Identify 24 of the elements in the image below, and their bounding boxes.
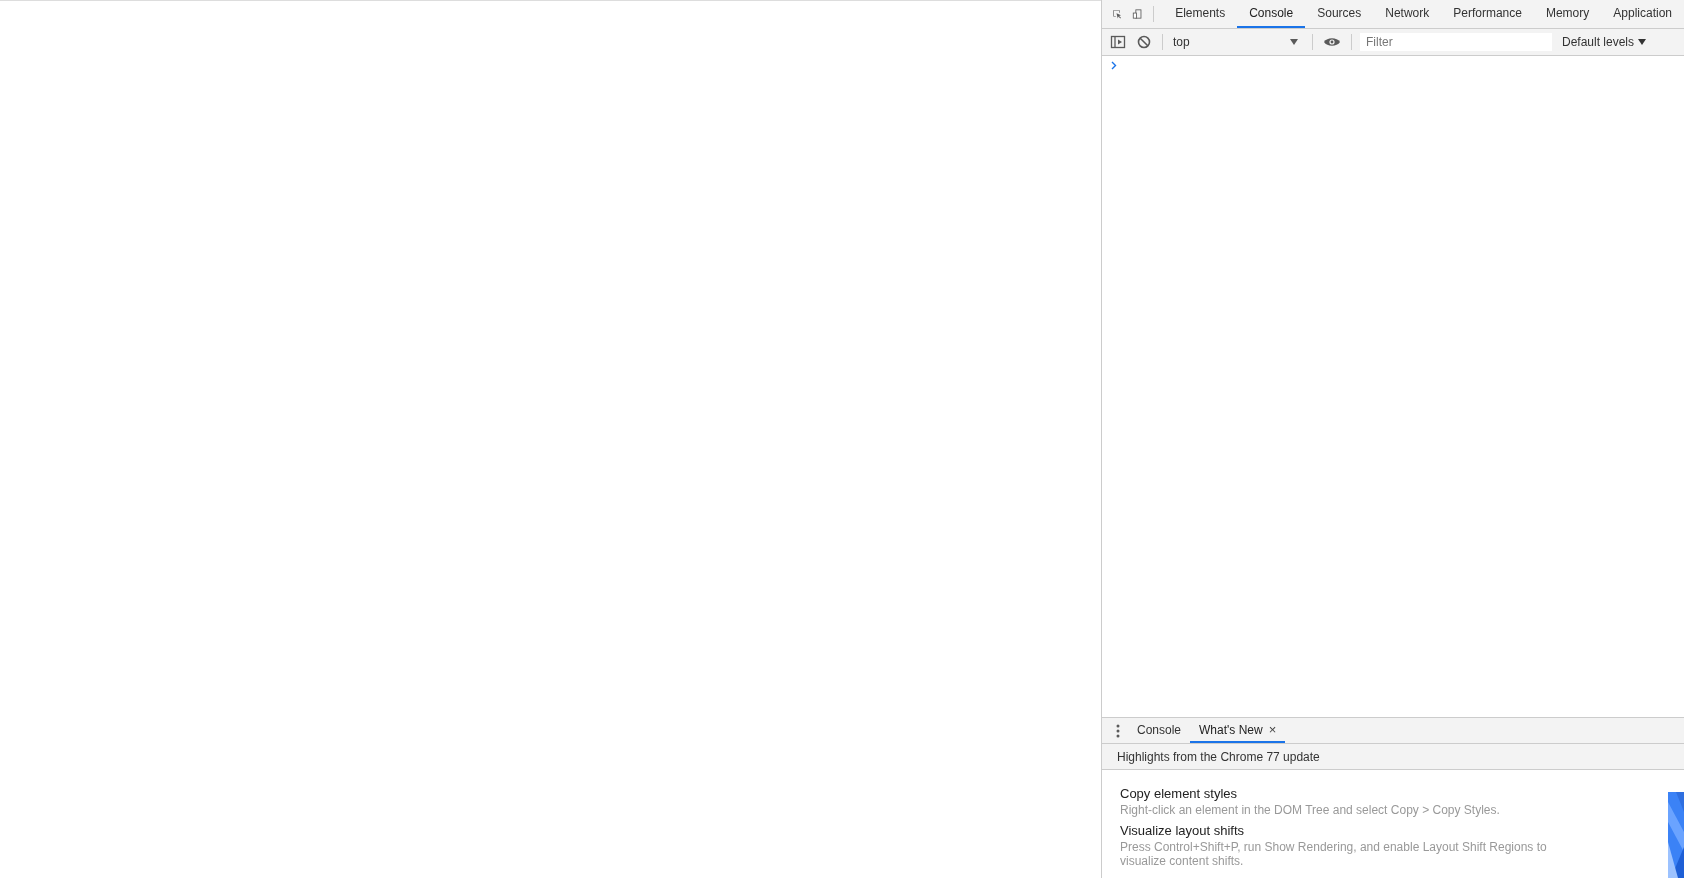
- tab[interactable]: Sources: [1305, 0, 1374, 28]
- caret-icon: [1290, 39, 1298, 45]
- panel-header: Highlights from the Chrome 77 update: [1117, 749, 1320, 764]
- prompt-icon: [1111, 61, 1117, 70]
- more-icon[interactable]: [1116, 723, 1120, 738]
- eye-icon[interactable]: [1323, 36, 1341, 48]
- caret-icon: [1638, 39, 1647, 45]
- filter-field[interactable]: Filter: [1360, 33, 1552, 51]
- tab[interactable]: Memory: [1533, 0, 1602, 28]
- sidebar-icon[interactable]: [1110, 34, 1126, 50]
- device-icon[interactable]: [1132, 6, 1143, 22]
- levels-dropdown[interactable]: Default levels: [1562, 35, 1647, 49]
- tab[interactable]: Console: [1128, 718, 1191, 743]
- feature-title: Visualize layout shifts: [1120, 823, 1246, 838]
- clear-icon[interactable]: [1136, 34, 1152, 50]
- close-icon[interactable]: ×: [1268, 722, 1277, 737]
- tab[interactable]: Elements: [1163, 0, 1238, 28]
- tab[interactable]: Application: [1601, 0, 1684, 28]
- tab[interactable]: Performance: [1441, 0, 1534, 28]
- feature-title: Copy element styles: [1120, 786, 1239, 801]
- tab[interactable]: Network: [1373, 0, 1442, 28]
- feature-description: Press Control+Shift+P, run Show Rendering, and enable Layout Shift Regions to visualize content shifts.: [1120, 840, 1548, 868]
- context-dropdown[interactable]: top: [1173, 35, 1302, 49]
- feature-description: Right-click an element in the DOM Tree and select Copy > Copy Styles.: [1120, 803, 1501, 817]
